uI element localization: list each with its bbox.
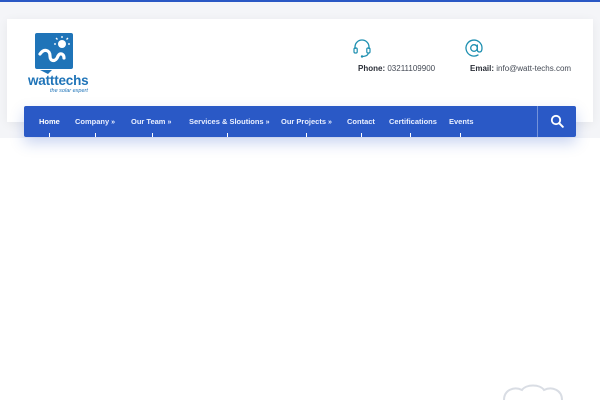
nav-item-certifications[interactable]: Certifications [389, 106, 437, 137]
nav-item-label: Services & Sloutions [189, 117, 264, 126]
chevron-down-icon: » [328, 119, 332, 126]
nav-item-label: Certifications [389, 117, 437, 126]
site-logo[interactable]: watttechs the solar expert [28, 32, 92, 96]
email-label: Email: [470, 64, 495, 73]
nav-tick [95, 133, 96, 137]
nav-tick [49, 133, 50, 137]
nav-item-label: Company [75, 117, 110, 126]
chevron-down-icon: » [265, 119, 270, 126]
nav-item-services[interactable]: Services & Sloutions» [189, 106, 270, 137]
sun-logo-icon [35, 33, 73, 74]
brand-name: watttechs [28, 73, 89, 88]
email-address[interactable]: info@watt-techs.com [496, 64, 571, 73]
phone-line: Phone: 03211109900 [358, 64, 435, 73]
nav-divider [537, 106, 538, 137]
nav-tick [306, 133, 307, 137]
search-icon[interactable] [550, 114, 564, 128]
nav-item-label: Contact [347, 117, 375, 126]
main-nav: Home Company» Our Team» Services & Slout… [24, 106, 576, 137]
at-sign-icon [465, 39, 483, 57]
nav-tick [361, 133, 362, 137]
nav-tick [152, 133, 153, 137]
nav-item-label: Our Team [131, 117, 166, 126]
nav-tick [227, 133, 228, 137]
brand-tagline: the solar expert [50, 88, 88, 94]
nav-item-label: Our Projects [281, 117, 327, 126]
chevron-down-icon: » [167, 119, 172, 126]
nav-tick [460, 133, 461, 137]
page: watttechs the solar expert Phone: 032111… [0, 0, 600, 400]
nav-tick [410, 133, 411, 137]
nav-item-events[interactable]: Events [449, 106, 474, 137]
email-line: Email: info@watt-techs.com [470, 64, 571, 73]
decorative-cloud-icon [503, 384, 563, 400]
nav-item-label: Events [449, 117, 474, 126]
headset-icon [353, 39, 371, 58]
phone-number[interactable]: 03211109900 [387, 64, 435, 73]
phone-label: Phone: [358, 64, 386, 73]
chevron-down-icon: » [111, 119, 116, 126]
nav-item-label: Home [39, 117, 60, 126]
